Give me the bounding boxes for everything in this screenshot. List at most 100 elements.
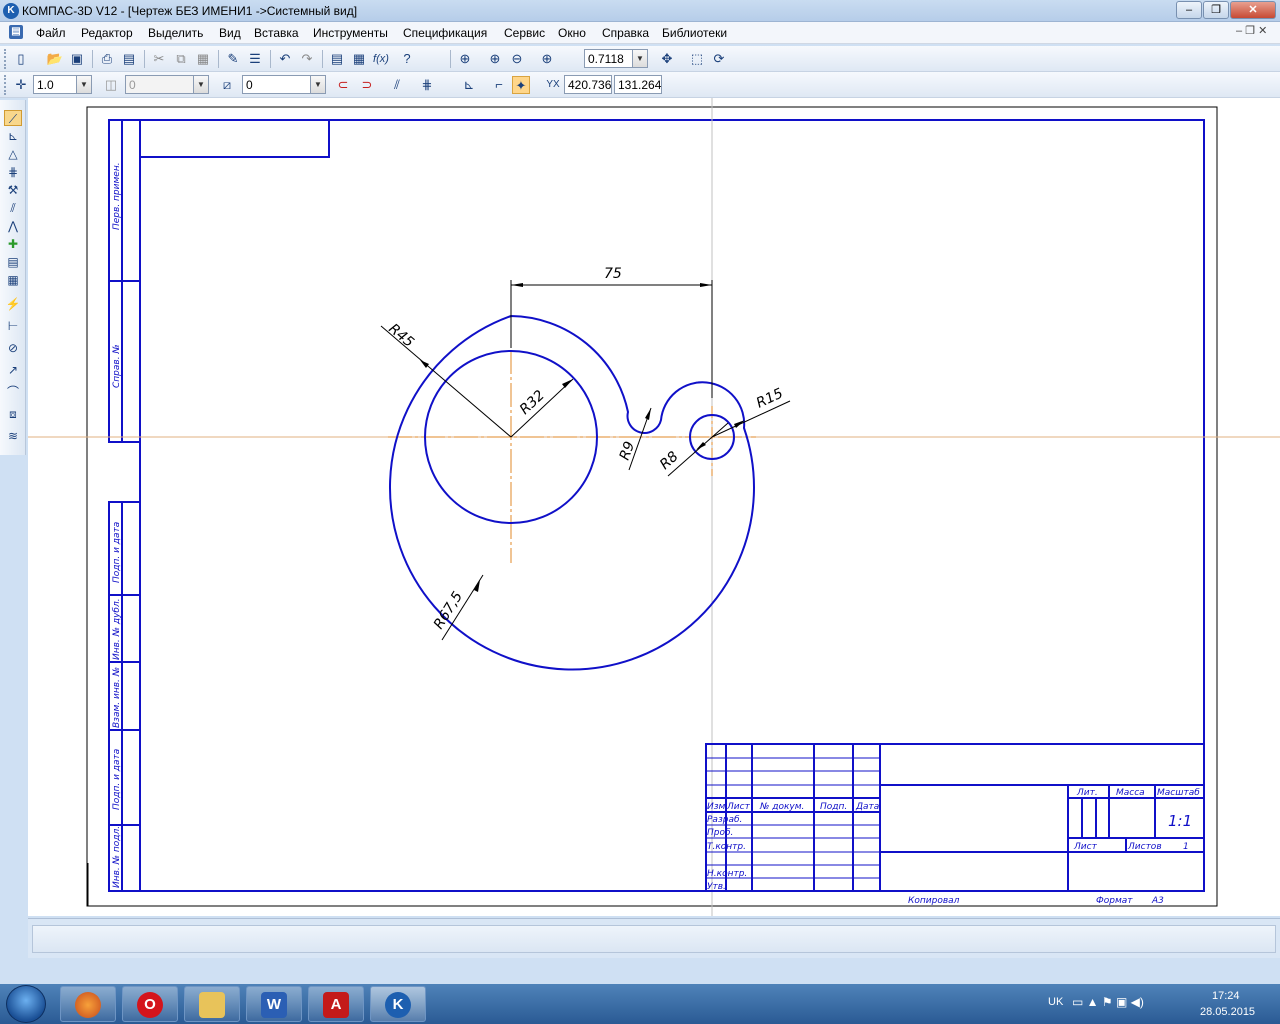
toolbar-grip[interactable] bbox=[4, 75, 8, 95]
parametrization-icon[interactable]: ⚒ bbox=[4, 182, 22, 198]
hatch-icon[interactable]: ≋ bbox=[4, 428, 22, 444]
show-all-icon[interactable]: ⬚ bbox=[688, 50, 706, 68]
insert-icon[interactable]: ⚡ bbox=[4, 296, 22, 312]
grid-icon[interactable]: ⋕ bbox=[418, 76, 436, 94]
close-button[interactable]: ✕ bbox=[1230, 1, 1276, 19]
select-icon[interactable]: ⋀ bbox=[4, 218, 22, 234]
menu-help[interactable]: Справка bbox=[602, 26, 649, 40]
chevron-down-icon[interactable]: ▼ bbox=[310, 76, 325, 93]
dim-75-label: 75 bbox=[604, 266, 622, 282]
menu-libraries[interactable]: Библиотеки bbox=[662, 26, 727, 40]
chevron-down-icon[interactable]: ▼ bbox=[193, 76, 208, 93]
print-preview-icon[interactable]: ▤ bbox=[120, 50, 138, 68]
taskbar-kompas[interactable]: K bbox=[370, 986, 426, 1022]
side-label-podp1: Подп. и дата bbox=[112, 522, 122, 583]
geometry-icon[interactable]: ⟋ bbox=[4, 110, 22, 126]
zoom-scale-icon[interactable]: ⊕ bbox=[538, 50, 556, 68]
print-icon[interactable]: ⎙ bbox=[98, 50, 116, 68]
zoom-out-icon[interactable]: ⊖ bbox=[508, 50, 526, 68]
symbols-icon[interactable]: △ bbox=[4, 146, 22, 162]
context-help-icon[interactable]: ? bbox=[398, 50, 416, 68]
coord-xy-icon: YX bbox=[544, 76, 562, 94]
taskbar-opera[interactable]: O bbox=[122, 986, 178, 1022]
undo-icon[interactable]: ↶ bbox=[276, 50, 294, 68]
paste-icon[interactable]: ▦ bbox=[194, 50, 212, 68]
format-brush-icon[interactable]: ✎ bbox=[224, 50, 242, 68]
variables-icon[interactable]: f(x) bbox=[372, 50, 390, 68]
separator bbox=[270, 50, 271, 68]
clock-time[interactable]: 17:24 bbox=[1212, 990, 1240, 1002]
menu-tools[interactable]: Инструменты bbox=[313, 26, 388, 40]
layer-combo[interactable]: 0 ▼ bbox=[125, 75, 209, 94]
menu-select[interactable]: Выделить bbox=[148, 26, 203, 40]
y-coord-field[interactable]: 131.264 bbox=[614, 75, 662, 94]
measure-icon[interactable]: ⫽ bbox=[4, 200, 22, 216]
menu-service[interactable]: Сервис bbox=[504, 26, 545, 40]
local-cs-icon[interactable]: ⊾ bbox=[460, 76, 478, 94]
chevron-down-icon[interactable]: ▼ bbox=[632, 50, 647, 67]
cut-icon[interactable]: ✂ bbox=[150, 50, 168, 68]
reports-icon[interactable]: ▦ bbox=[4, 272, 22, 288]
editing-icon[interactable]: ⋕ bbox=[4, 164, 22, 180]
menu-window[interactable]: Окно bbox=[558, 26, 586, 40]
ortho-icon[interactable]: ⫽ bbox=[388, 76, 406, 94]
side-label-inv-podl: Инв. № подл. bbox=[112, 826, 122, 888]
drawing-canvas[interactable]: Перв. примен. Справ. № Подп. и дата Инв.… bbox=[28, 98, 1280, 916]
minimize-button[interactable]: – bbox=[1176, 1, 1202, 19]
layer-icon[interactable]: ◫ bbox=[102, 76, 120, 94]
point-icon[interactable]: ⊢ bbox=[4, 318, 22, 334]
taskbar-acrobat[interactable]: A bbox=[308, 986, 364, 1022]
maximize-button[interactable]: ❐ bbox=[1203, 1, 1229, 19]
tray-icons[interactable]: ▭ ▲ ⚑ ▣ ◀) bbox=[1072, 995, 1144, 1009]
associative-view-icon[interactable]: ✚ bbox=[4, 236, 22, 252]
taskbar-firefox[interactable] bbox=[60, 986, 116, 1022]
menu-view[interactable]: Вид bbox=[219, 26, 241, 40]
zoom-window-icon[interactable]: ⊕ bbox=[456, 50, 474, 68]
refresh-icon[interactable]: ⟳ bbox=[710, 50, 728, 68]
pan-icon[interactable]: ✥ bbox=[658, 50, 676, 68]
taskbar-explorer[interactable] bbox=[184, 986, 240, 1022]
chevron-down-icon[interactable]: ▼ bbox=[76, 76, 91, 93]
dim-r9-label: R9 bbox=[617, 439, 638, 462]
dimensions-icon[interactable]: ⊾ bbox=[4, 128, 22, 144]
language-indicator[interactable]: UK bbox=[1048, 996, 1063, 1008]
style-combo[interactable]: 0 ▼ bbox=[242, 75, 326, 94]
style-icon[interactable]: ⧄ bbox=[218, 76, 236, 94]
save-icon[interactable]: ▣ bbox=[68, 50, 86, 68]
menu-edit[interactable]: Редактор bbox=[81, 26, 133, 40]
new-document-icon[interactable]: ▯ bbox=[12, 50, 30, 68]
circle-icon[interactable]: ⊘ bbox=[4, 340, 22, 356]
document-icon[interactable]: ▤ bbox=[9, 25, 23, 39]
doc-window-controls-icon[interactable]: – ❐ ✕ bbox=[1236, 24, 1267, 37]
library-manager-icon[interactable]: ▦ bbox=[350, 50, 368, 68]
local-snap-icon[interactable]: ⊃ bbox=[358, 76, 376, 94]
spec-icon[interactable]: ▤ bbox=[4, 254, 22, 270]
start-button[interactable] bbox=[6, 985, 46, 1023]
arc-icon[interactable]: ↗ bbox=[4, 362, 22, 378]
snap-magnet-icon[interactable]: ⊂ bbox=[334, 76, 352, 94]
ellipse-icon[interactable]: ⌒ bbox=[4, 384, 22, 400]
menu-specification[interactable]: Спецификация bbox=[403, 26, 487, 40]
step-combo[interactable]: 1.0 ▼ bbox=[33, 75, 92, 94]
menu-file[interactable]: Файл bbox=[36, 26, 66, 40]
copy-icon[interactable]: ⧉ bbox=[172, 50, 190, 68]
drawing-svg[interactable]: Перв. примен. Справ. № Подп. и дата Инв.… bbox=[28, 98, 1280, 916]
manager-icon[interactable]: ▤ bbox=[328, 50, 346, 68]
zoom-in-icon[interactable]: ⊕ bbox=[486, 50, 504, 68]
toolbar-grip[interactable] bbox=[4, 49, 8, 69]
x-coord-field[interactable]: 420.736 bbox=[564, 75, 612, 94]
dim-r15-label: R15 bbox=[754, 385, 786, 411]
rectangle-icon[interactable]: ⧈ bbox=[4, 406, 22, 422]
redo-icon[interactable]: ↷ bbox=[298, 50, 316, 68]
clock-date[interactable]: 28.05.2015 bbox=[1200, 1006, 1255, 1018]
taskbar-word[interactable]: W bbox=[246, 986, 302, 1022]
menu-insert[interactable]: Вставка bbox=[254, 26, 299, 40]
zoom-combo[interactable]: 0.7118 ▼ bbox=[584, 49, 648, 68]
side-label-podp2: Подп. и дата bbox=[112, 749, 122, 810]
orthogonal-icon[interactable]: ⌐ bbox=[490, 76, 508, 94]
properties-icon[interactable]: ☰ bbox=[246, 50, 264, 68]
open-folder-icon[interactable]: 📂 bbox=[46, 50, 64, 68]
round-off-icon[interactable]: ✦ bbox=[512, 76, 530, 94]
tb-kopiroval: Копировал bbox=[908, 896, 960, 906]
step-icon[interactable]: ✛ bbox=[12, 76, 30, 94]
